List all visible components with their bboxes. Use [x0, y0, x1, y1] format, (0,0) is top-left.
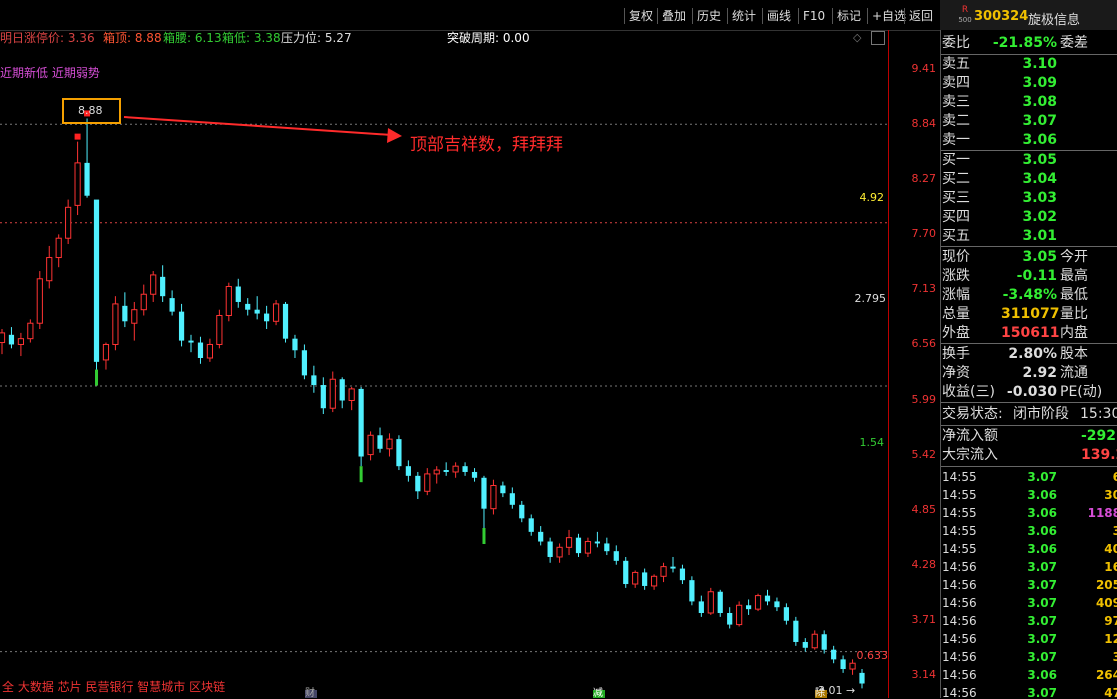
tick-row: 14:563.07409	[942, 596, 1117, 610]
tick-row: 14:563.06264	[942, 668, 1117, 682]
tick-row: 14:563.073	[942, 650, 1117, 664]
price-tick-label: 4.28	[911, 557, 937, 571]
tick-row: 14:563.07205	[942, 578, 1117, 592]
price-tick-label: 8.27	[911, 172, 937, 186]
tick-row: 14:553.0640	[942, 542, 1117, 556]
buy-level: 买二 3.04	[942, 171, 1057, 187]
ex-dividend-mark[interactable]: 除	[815, 689, 827, 699]
price-tick-label: 4.85	[911, 502, 937, 516]
annotation-text: 顶部吉祥数，拜拜拜	[410, 135, 563, 155]
price-tick-label: 7.13	[911, 282, 937, 296]
sell-level: 卖四 3.09	[942, 75, 1057, 91]
quote-stat: 涨跌 -0.11 最高	[942, 268, 1088, 284]
stock-code: 300324	[974, 9, 1029, 24]
tick-row: 14:563.0716	[942, 560, 1117, 574]
buy-level: 买四 3.02	[942, 209, 1057, 225]
price-tick-label: 3.14	[911, 667, 937, 681]
tick-row: 14:553.0630	[942, 488, 1117, 502]
net-inflow: 净流入额 -292.6	[942, 428, 1117, 444]
quote-stat: 换手 2.80% 股本	[942, 346, 1088, 362]
tick-row: 14:563.0712	[942, 632, 1117, 646]
quote-panel: 委比 -21.85% 委差 卖五 3.10 卖四 3.09 卖三 3.08 卖二 3.07 卖一…	[940, 30, 1117, 698]
sell-level: 卖二 3.07	[942, 113, 1057, 129]
tick-row: 14:553.061188	[942, 506, 1117, 520]
buy-level: 买三 3.03	[942, 190, 1057, 206]
annotation-arrow	[123, 116, 402, 143]
stock-name: 旋极信息	[1028, 13, 1081, 28]
sector-tags[interactable]: 全 大数据 芯片 民营银行 智慧城市 区块链	[2, 678, 225, 695]
reduce-mark[interactable]: 减	[593, 689, 605, 699]
back-button[interactable]: 返回	[904, 8, 937, 24]
price-tick-label: 6.56	[911, 337, 937, 351]
price-tick-label: 9.41	[911, 62, 937, 76]
buy-level: 买五 3.01	[942, 228, 1057, 244]
price-tick-label: 5.99	[911, 392, 937, 406]
quote-stat: 现价 3.05 今开	[942, 249, 1088, 265]
tick-row: 14:553.063	[942, 524, 1117, 538]
tick-row: 14:563.0797	[942, 614, 1117, 628]
quote-stat: 净资 2.92 流通	[942, 365, 1088, 381]
r-badge-icon: R 500	[958, 5, 972, 24]
quote-stat: 外盘 150611 内盘	[942, 325, 1088, 341]
bid-ask-ratio: 委比 -21.85% 委差	[942, 35, 1088, 51]
price-tick-label: 8.84	[911, 117, 937, 131]
quote-stat: 涨幅 -3.48% 最低	[942, 287, 1088, 303]
buy-level: 买一 3.05	[942, 152, 1057, 168]
finance-mark[interactable]: 财	[305, 689, 317, 699]
quote-stat: 总量 311077 量比	[942, 306, 1088, 322]
price-tick-label: 5.42	[911, 447, 937, 461]
quote-stat: 收益(三) -0.030 PE(动)	[942, 384, 1103, 400]
sell-level: 卖一 3.06	[942, 132, 1057, 148]
tick-row: 14:553.076	[942, 470, 1117, 484]
trade-status: 交易状态: 闭市阶段 15:30	[942, 406, 1117, 422]
block-inflow: 大宗流入 139.2	[942, 447, 1117, 463]
price-tick-label: 7.70	[911, 227, 937, 241]
sell-level: 卖三 3.08	[942, 94, 1057, 110]
sell-level: 卖五 3.10	[942, 56, 1057, 72]
price-tick-label: 3.71	[911, 612, 937, 626]
tick-row: 14:563.0747	[942, 686, 1117, 698]
